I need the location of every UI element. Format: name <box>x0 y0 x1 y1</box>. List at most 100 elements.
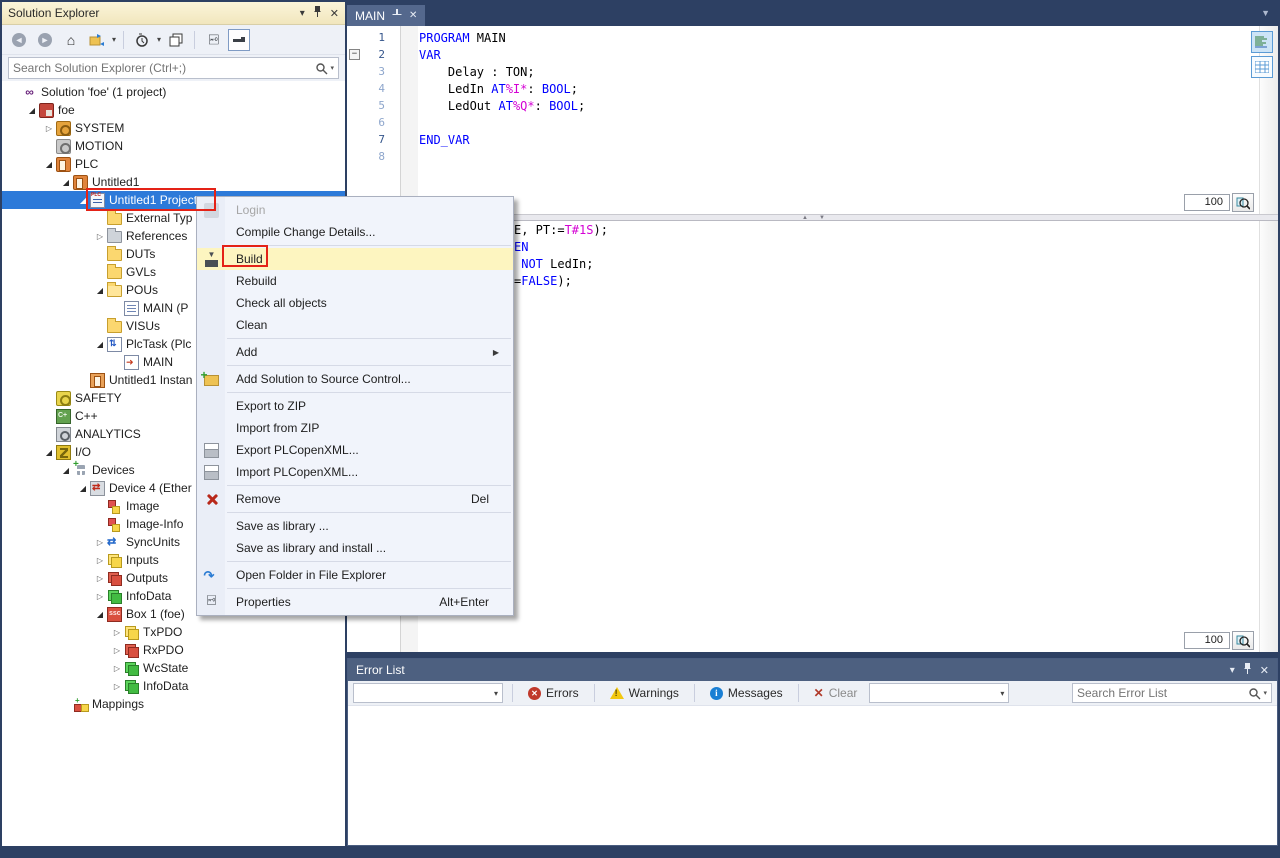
menu-item-export-to-zip[interactable]: Export to ZIP <box>197 395 513 417</box>
tree-item-wcstate[interactable]: ▷WcState <box>2 659 345 677</box>
textual-view-button[interactable] <box>1251 31 1273 53</box>
expand-arrow-icon[interactable]: ▷ <box>93 574 107 583</box>
pending-dropdown-icon[interactable]: ▾ <box>157 35 161 44</box>
menu-item-add-solution-to-source-control[interactable]: Add Solution to Source Control... <box>197 368 513 390</box>
tree-item-rxpdo[interactable]: ▷RxPDO <box>2 641 345 659</box>
warnings-filter-button[interactable]: Warnings <box>604 683 685 703</box>
home-icon[interactable]: ⌂ <box>60 29 82 51</box>
code-line-2[interactable]: 2−VAR <box>347 46 1278 63</box>
pending-changes-icon[interactable] <box>131 29 153 51</box>
collapse-arrow-icon[interactable]: ◢ <box>42 160 56 169</box>
menu-item-build[interactable]: Build <box>197 248 513 270</box>
window-position-icon[interactable]: ▾ <box>1230 665 1235 676</box>
tree-item-system[interactable]: ▷SYSTEM <box>2 119 345 137</box>
tree-item-txpdo[interactable]: ▷TxPDO <box>2 623 345 641</box>
menu-item-rebuild[interactable]: Rebuild <box>197 270 513 292</box>
code-line-1[interactable]: 1PROGRAM MAIN <box>347 29 1278 46</box>
properties-wrench-icon[interactable]: ⚿ <box>202 29 224 51</box>
search-icon[interactable] <box>1248 687 1261 700</box>
tree-item-infodata[interactable]: ▷InfoData <box>2 677 345 695</box>
collapse-all-icon[interactable] <box>165 29 187 51</box>
close-icon[interactable]: ✕ <box>1260 664 1269 677</box>
code-fragment[interactable]: NOT LedIn; <box>514 257 608 274</box>
search-dropdown-icon[interactable]: ▾ <box>330 64 334 72</box>
menu-item-save-as-library-and-install[interactable]: Save as library and install ... <box>197 537 513 559</box>
expand-arrow-icon[interactable]: ▷ <box>42 124 56 133</box>
menu-item-clean[interactable]: Clean <box>197 314 513 336</box>
code-line-8[interactable]: 8 <box>347 148 1278 165</box>
code-line-5[interactable]: 5 LedOut AT%Q*: BOOL; <box>347 97 1278 114</box>
scope-combobox[interactable]: ▾ <box>353 683 503 703</box>
search-box[interactable]: ▾ <box>8 57 339 79</box>
code-fragment[interactable]: EN <box>514 240 608 257</box>
search-icon[interactable] <box>315 62 328 75</box>
code-line-6[interactable]: 6 <box>347 114 1278 131</box>
clear-button[interactable]: ✕ Clear <box>808 683 864 703</box>
menu-item-properties[interactable]: ⚿PropertiesAlt+Enter <box>197 591 513 613</box>
collapse-arrow-icon[interactable]: ◢ <box>25 106 39 115</box>
code-fragment[interactable]: E, PT:=T#1S); <box>514 223 608 240</box>
collapse-arrow-icon[interactable]: ◢ <box>93 286 107 295</box>
back-icon[interactable]: ◄ <box>8 29 30 51</box>
expand-arrow-icon[interactable]: ▷ <box>110 664 124 673</box>
sync-active-document-icon[interactable] <box>86 29 108 51</box>
menu-item-export-plcopenxml[interactable]: Export PLCopenXML... <box>197 439 513 461</box>
tab-main[interactable]: MAIN ✕ <box>347 5 425 26</box>
tree-item-plc[interactable]: ◢PLC <box>2 155 345 173</box>
zoom-icon[interactable] <box>1232 193 1254 212</box>
collapse-arrow-icon[interactable]: ◢ <box>76 196 90 205</box>
code-fragment[interactable]: =FALSE); <box>514 274 608 291</box>
search-dropdown-icon[interactable]: ▾ <box>1263 689 1267 697</box>
tab-pin-icon[interactable] <box>392 9 402 22</box>
sync-dropdown-icon[interactable]: ▾ <box>112 35 116 44</box>
editor-scrollbar[interactable] <box>1259 221 1278 652</box>
declaration-pane[interactable]: 1PROGRAM MAIN2−VAR3 Delay : TON;4 LedIn … <box>347 26 1278 214</box>
collapse-arrow-icon[interactable]: ◢ <box>76 484 90 493</box>
tabular-view-button[interactable] <box>1251 56 1273 78</box>
search-input[interactable] <box>13 61 315 75</box>
code-line-7[interactable]: 7END_VAR <box>347 131 1278 148</box>
tree-item-solution-foe-1-project[interactable]: ∞Solution 'foe' (1 project) <box>2 83 345 101</box>
collapse-arrow-icon[interactable]: ◢ <box>93 610 107 619</box>
expand-arrow-icon[interactable]: ▷ <box>93 592 107 601</box>
tab-close-icon[interactable]: ✕ <box>409 10 417 21</box>
menu-item-add[interactable]: Add▶ <box>197 341 513 363</box>
error-search-box[interactable]: ▾ <box>1072 683 1272 703</box>
filter-combobox[interactable]: ▾ <box>869 683 1009 703</box>
expand-arrow-icon[interactable]: ▷ <box>93 538 107 547</box>
forward-icon[interactable]: ► <box>34 29 56 51</box>
menu-item-remove[interactable]: RemoveDel <box>197 488 513 510</box>
menu-item-save-as-library[interactable]: Save as library ... <box>197 515 513 537</box>
error-search-input[interactable] <box>1077 686 1248 700</box>
preview-selected-toggle-icon[interactable] <box>228 29 250 51</box>
close-icon[interactable]: ✕ <box>330 7 339 20</box>
messages-filter-button[interactable]: i Messages <box>704 683 789 703</box>
pin-icon[interactable] <box>313 6 322 20</box>
menu-item-check-all-objects[interactable]: Check all objects <box>197 292 513 314</box>
menu-item-import-from-zip[interactable]: Import from ZIP <box>197 417 513 439</box>
expand-arrow-icon[interactable]: ▷ <box>110 628 124 637</box>
tree-item-foe[interactable]: ◢foe <box>2 101 345 119</box>
collapse-arrow-icon[interactable]: ◢ <box>59 178 73 187</box>
collapse-arrow-icon[interactable]: ◢ <box>93 340 107 349</box>
tree-item-mappings[interactable]: +Mappings <box>2 695 345 713</box>
collapse-arrow-icon[interactable]: ◢ <box>59 466 73 475</box>
errors-filter-button[interactable]: ✕ Errors <box>522 683 585 703</box>
code-line-3[interactable]: 3 Delay : TON; <box>347 63 1278 80</box>
menu-item-compile-change-details[interactable]: Compile Change Details... <box>197 221 513 243</box>
expand-arrow-icon[interactable]: ▷ <box>110 682 124 691</box>
expand-arrow-icon[interactable]: ▷ <box>110 646 124 655</box>
pin-icon[interactable] <box>1243 663 1252 677</box>
tree-item-untitled1[interactable]: ◢Untitled1 <box>2 173 345 191</box>
tab-list-dropdown-icon[interactable]: ▼ <box>1261 8 1270 18</box>
expand-arrow-icon[interactable]: ▷ <box>93 232 107 241</box>
code-line-4[interactable]: 4 LedIn AT%I*: BOOL; <box>347 80 1278 97</box>
fold-collapse-icon[interactable]: − <box>349 49 360 60</box>
window-position-icon[interactable]: ▾ <box>300 8 305 19</box>
collapse-arrow-icon[interactable]: ◢ <box>42 448 56 457</box>
expand-arrow-icon[interactable]: ▷ <box>93 556 107 565</box>
zoom-level-field[interactable]: 100 <box>1184 194 1230 211</box>
menu-item-open-folder-in-file-explorer[interactable]: ↷Open Folder in File Explorer <box>197 564 513 586</box>
zoom-level-field[interactable]: 100 <box>1184 632 1230 649</box>
zoom-icon[interactable] <box>1232 631 1254 650</box>
